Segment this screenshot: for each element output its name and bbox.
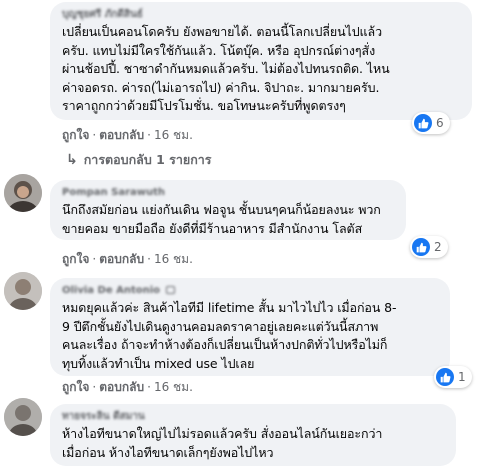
comment-author[interactable]: Pompan Sarawuth [62,186,394,200]
badge-icon [165,286,175,294]
avatar[interactable] [4,174,42,212]
like-link[interactable]: ถูกใจ [62,252,89,266]
comment-bubble: บุญชุยศรี ภักดีสินธ์ เปลี่ยนเป็นคอนโดครั… [50,2,472,120]
like-link[interactable]: ถูกใจ [62,380,89,394]
comment-actions: ถูกใจ · ตอบกลับ · 16 ชม. [62,252,193,266]
reply-link[interactable]: ตอบกลับ [99,380,144,394]
comment-actions: ถูกใจ · ตอบกลับ · 16 ชม. [62,380,193,394]
reaction-count[interactable]: 2 [410,236,448,258]
thumbs-up-icon [412,238,430,256]
view-replies-link[interactable]: ↳ การตอบกลับ 1 รายการ [66,150,212,170]
comment-author[interactable]: Olivia De Antonio [62,284,438,298]
reaction-number: 6 [436,116,444,130]
reaction-count[interactable]: 1 [434,366,472,388]
reaction-number: 1 [458,370,466,384]
comment-text: ห้างไอทีขนาดใหญ่ไปไม่รอดแล้วครับ สั่งออน… [62,426,383,460]
like-link[interactable]: ถูกใจ [62,128,89,142]
comment-time[interactable]: 16 ชม. [154,380,193,394]
thumbs-up-icon [414,114,432,132]
comment-bubble: Pompan Sarawuth นึกถึงสมัยก่อน แย่งกันเด… [50,180,406,240]
comment-text: เปลี่ยนเป็นคอนโดครับ ยังพอขายได้. ตอนนี้… [62,24,390,113]
comment-author[interactable]: ทายจระลิน ดีสมาน [62,410,444,424]
comment-bubble: Olivia De Antonio หมดยุคแล้วค่ะ สินค้าไอ… [50,278,450,376]
thumbs-up-icon [436,368,454,386]
reply-arrow-icon: ↳ [66,152,78,168]
comment-text: นึกถึงสมัยก่อน แย่งกันเดิน ฟอจูน ชั้นบนๆ… [62,202,381,236]
reaction-number: 2 [434,240,442,254]
comment-author[interactable]: บุญชุยศรี ภักดีสินธ์ [62,8,460,22]
comment-bubble: ทายจระลิน ดีสมาน ห้างไอทีขนาดใหญ่ไปไม่รอ… [50,404,456,466]
comment-text: หมดยุคแล้วค่ะ สินค้าไอทีมี lifetime สั้น… [62,300,397,371]
comment-time[interactable]: 16 ชม. [154,252,193,266]
comment-time[interactable]: 16 ชม. [154,128,193,142]
reaction-count[interactable]: 6 [412,112,450,134]
reply-link[interactable]: ตอบกลับ [99,128,144,142]
avatar[interactable] [4,272,42,310]
replies-count-label: การตอบกลับ 1 รายการ [83,152,212,167]
avatar[interactable] [4,398,42,436]
reply-link[interactable]: ตอบกลับ [99,252,144,266]
comment-actions: ถูกใจ · ตอบกลับ · 16 ชม. [62,128,193,142]
